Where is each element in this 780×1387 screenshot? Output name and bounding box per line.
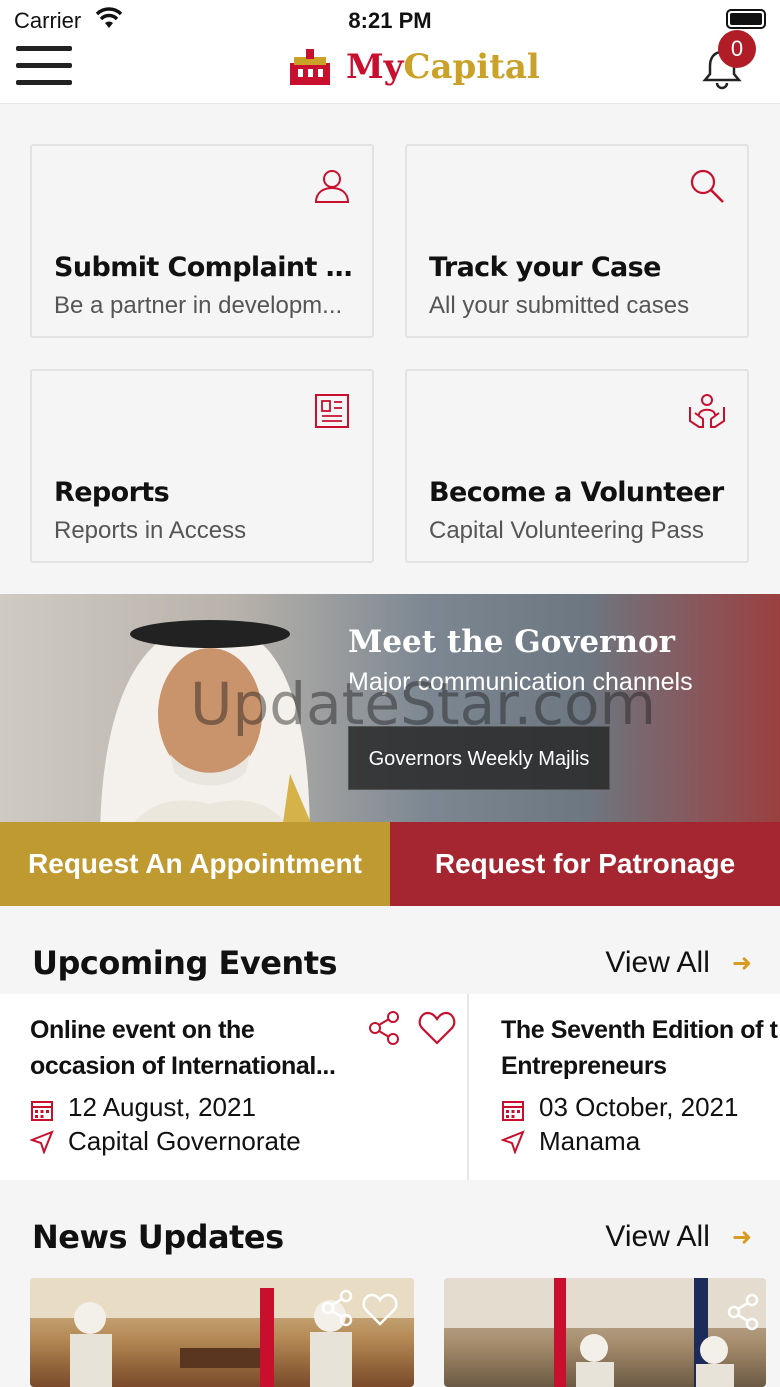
location-arrow-icon <box>30 1130 54 1154</box>
news-item-image[interactable] <box>444 1278 766 1387</box>
card-title: Reports <box>54 477 170 508</box>
card-track-case[interactable]: Track your Case All your submitted cases <box>405 144 749 338</box>
news-view-all-link[interactable]: View All ➜ <box>605 1220 752 1254</box>
request-patronage-button[interactable]: Request for Patronage <box>390 822 780 906</box>
card-title: Submit Complaint / Su... <box>54 252 354 283</box>
request-appointment-button[interactable]: Request An Appointment <box>0 822 390 906</box>
event-location: Manama <box>539 1126 641 1156</box>
events-list: Online event on the occasion of Internat… <box>0 994 780 1180</box>
view-all-label: View All <box>605 1220 710 1253</box>
share-icon[interactable] <box>366 1010 402 1046</box>
news-section-title: News Updates <box>32 1218 284 1256</box>
arrow-right-icon: ➜ <box>731 949 752 977</box>
notification-badge[interactable]: 0 <box>718 30 756 68</box>
event-date: 03 October, 2021 <box>539 1092 739 1122</box>
event-item[interactable]: Online event on the occasion of Internat… <box>0 994 467 1180</box>
event-date: 12 August, 2021 <box>68 1092 256 1122</box>
arrow-right-icon: ➜ <box>731 1223 752 1251</box>
event-title: Online event on the occasion of Internat… <box>30 1016 336 1080</box>
card-subtitle: Capital Volunteering Pass <box>429 517 704 544</box>
weekly-majlis-button[interactable]: Governors Weekly Majlis <box>348 726 610 790</box>
top-nav: MyCapital 0 <box>0 30 780 104</box>
event-title: The Seventh Edition of t Manama Entrepre… <box>501 1016 780 1080</box>
calendar-icon <box>502 1101 524 1121</box>
card-subtitle: All your submitted cases <box>429 292 690 319</box>
card-subtitle: Reports in Access <box>54 517 247 544</box>
card-subtitle: Be a partner in developm... <box>54 292 343 319</box>
user-icon <box>314 170 350 203</box>
news-list <box>0 1278 780 1387</box>
meet-governor-banner: Meet the Governor Major communication ch… <box>0 594 780 822</box>
search-icon <box>690 169 724 203</box>
event-divider <box>467 994 469 1180</box>
card-title: Track your Case <box>429 252 661 283</box>
hamburger-menu-icon[interactable] <box>16 46 72 88</box>
card-submit-complaint[interactable]: Submit Complaint / Su... Be a partner in… <box>30 144 374 338</box>
status-bar: Carrier 8:21 PM <box>0 0 780 40</box>
news-photo <box>444 1278 766 1387</box>
card-title: Become a Volunteer <box>429 477 724 508</box>
calendar-icon <box>31 1101 53 1121</box>
app-logo: MyCapital <box>288 42 540 92</box>
status-time: 8:21 PM <box>348 8 432 33</box>
card-reports[interactable]: Reports Reports in Access <box>30 369 374 563</box>
events-section-title: Upcoming Events <box>32 944 338 982</box>
report-icon <box>315 394 349 428</box>
news-photo <box>30 1278 414 1387</box>
view-all-label: View All <box>605 946 710 979</box>
volunteer-icon <box>689 394 725 428</box>
app-name: MyCapital <box>346 47 540 87</box>
hero-title: Meet the Governor <box>348 624 676 660</box>
heart-icon[interactable] <box>418 1010 456 1046</box>
battery-icon <box>726 9 766 29</box>
events-view-all-link[interactable]: View All ➜ <box>605 946 752 980</box>
palace-logo-icon <box>290 49 330 85</box>
event-location: Capital Governorate <box>68 1126 301 1156</box>
event-item[interactable]: The Seventh Edition of t Manama Entrepre… <box>471 994 780 1180</box>
news-item-image[interactable] <box>30 1278 414 1387</box>
card-volunteer[interactable]: Become a Volunteer Capital Volunteering … <box>405 369 749 563</box>
location-arrow-icon <box>501 1130 525 1154</box>
